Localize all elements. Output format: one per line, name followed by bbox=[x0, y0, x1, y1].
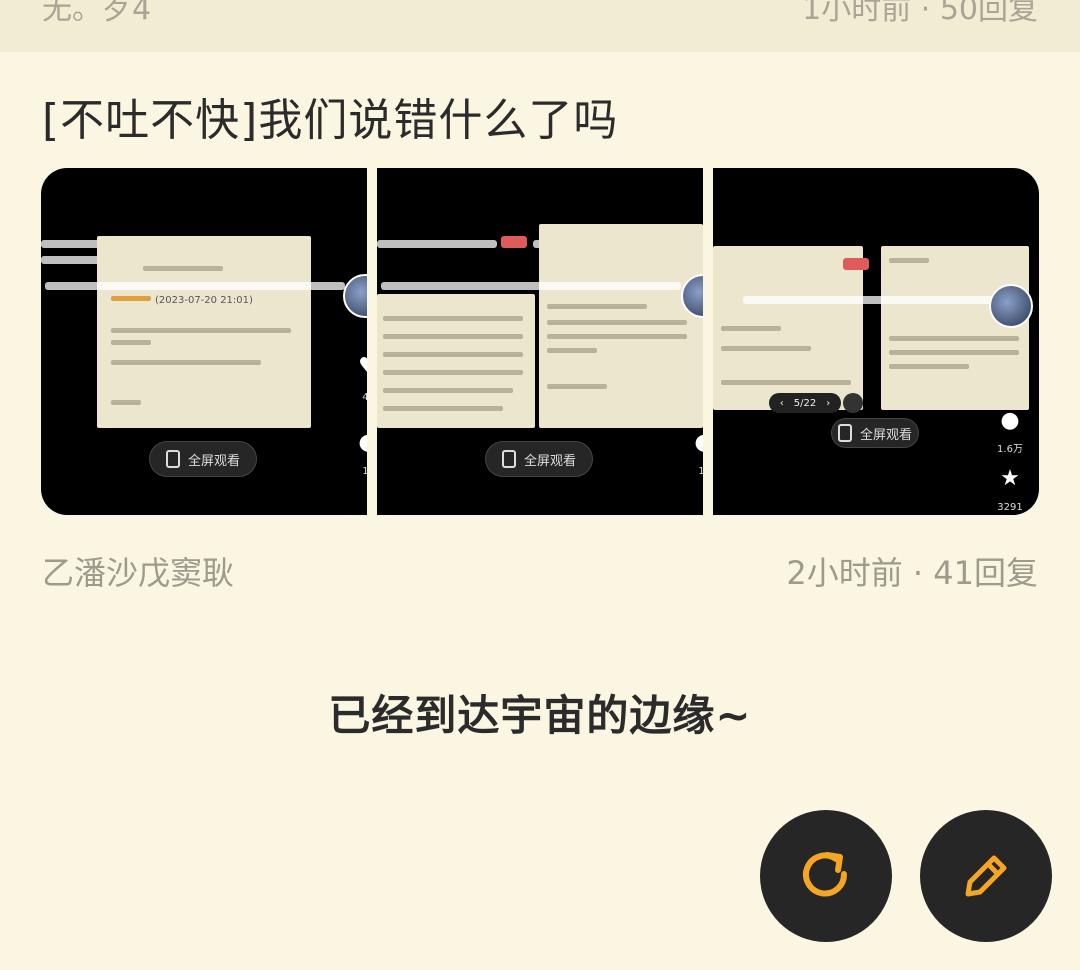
image-pager[interactable]: ‹ 5/22 › bbox=[769, 393, 841, 413]
previous-post-author[interactable]: 无。歹4 bbox=[42, 0, 151, 28]
heart-icon: ♥ bbox=[351, 354, 367, 379]
like-count: 4. bbox=[362, 392, 367, 403]
screenshot-card bbox=[539, 224, 703, 428]
rotate-screen-icon bbox=[501, 450, 516, 468]
comment-icon: ● bbox=[351, 430, 367, 455]
compose-button[interactable] bbox=[920, 810, 1052, 942]
fullscreen-button[interactable]: 全屏观看 bbox=[831, 418, 919, 448]
screenshot-card bbox=[97, 236, 311, 428]
chevron-left-icon[interactable]: ‹ bbox=[780, 398, 784, 409]
page-indicator: 5/22 bbox=[793, 397, 817, 409]
thumbnail-2[interactable]: 全屏观看 ● 1. bbox=[377, 168, 703, 515]
comment-icon: ● bbox=[687, 430, 703, 455]
fullscreen-label: 全屏观看 bbox=[523, 453, 576, 469]
pencil-icon bbox=[843, 393, 863, 413]
screenshot-card bbox=[881, 246, 1029, 410]
comment-count: 1. bbox=[362, 466, 367, 477]
post-thumbnails: (2023-07-20 21:01) 全屏观看 ♥ 4. ● 1. bbox=[41, 168, 1039, 515]
end-of-list-text: 已经到达宇宙的边缘~ bbox=[328, 691, 752, 740]
fullscreen-button[interactable]: 全屏观看 bbox=[149, 441, 257, 477]
thumbnail-1[interactable]: (2023-07-20 21:01) 全屏观看 ♥ 4. ● 1. bbox=[41, 168, 367, 515]
star-icon: ★ bbox=[1000, 466, 1020, 491]
rotate-screen-icon bbox=[837, 424, 852, 442]
caption-line bbox=[743, 296, 993, 304]
highlight-word bbox=[501, 236, 527, 248]
caption-line bbox=[45, 282, 345, 290]
fullscreen-label: 全屏观看 bbox=[859, 427, 912, 443]
comment-count: 1.6万 bbox=[997, 444, 1023, 455]
caption-line bbox=[381, 282, 681, 290]
refresh-button[interactable] bbox=[760, 810, 892, 942]
post-author[interactable]: 乙潘沙戊窦耿 bbox=[42, 548, 234, 594]
post-time-replies: 2小时前 · 41回复 bbox=[786, 554, 1038, 592]
highlight-word bbox=[843, 258, 869, 270]
favorite-count: 3291 bbox=[997, 502, 1023, 513]
avatar bbox=[989, 284, 1033, 328]
thumbnail-3[interactable]: ‹ 5/22 › 全屏观看 ● 1.6万 ★ 3291 bbox=[713, 168, 1039, 515]
comment-count: 1. bbox=[698, 466, 703, 477]
previous-post-time-replies: 1小时前 · 50回复 bbox=[802, 0, 1038, 27]
screenshot-card bbox=[713, 246, 863, 410]
fullscreen-label: 全屏观看 bbox=[187, 453, 240, 469]
comment-timestamp: (2023-07-20 21:01) bbox=[155, 295, 253, 306]
rotate-screen-icon bbox=[165, 450, 180, 468]
refresh-icon bbox=[803, 852, 848, 897]
previous-post-meta[interactable]: 无。歹4 1小时前 · 50回复 bbox=[0, 0, 1080, 52]
avatar bbox=[343, 274, 367, 318]
pencil-icon bbox=[965, 855, 1007, 897]
screenshot-card bbox=[377, 294, 535, 428]
comment-icon: ● bbox=[1000, 408, 1020, 433]
fullscreen-button[interactable]: 全屏观看 bbox=[485, 441, 593, 477]
caption-line bbox=[377, 240, 497, 248]
post-title[interactable]: [不吐不快]我们说错什么了吗 bbox=[42, 84, 618, 148]
chevron-right-icon[interactable]: › bbox=[826, 398, 830, 409]
